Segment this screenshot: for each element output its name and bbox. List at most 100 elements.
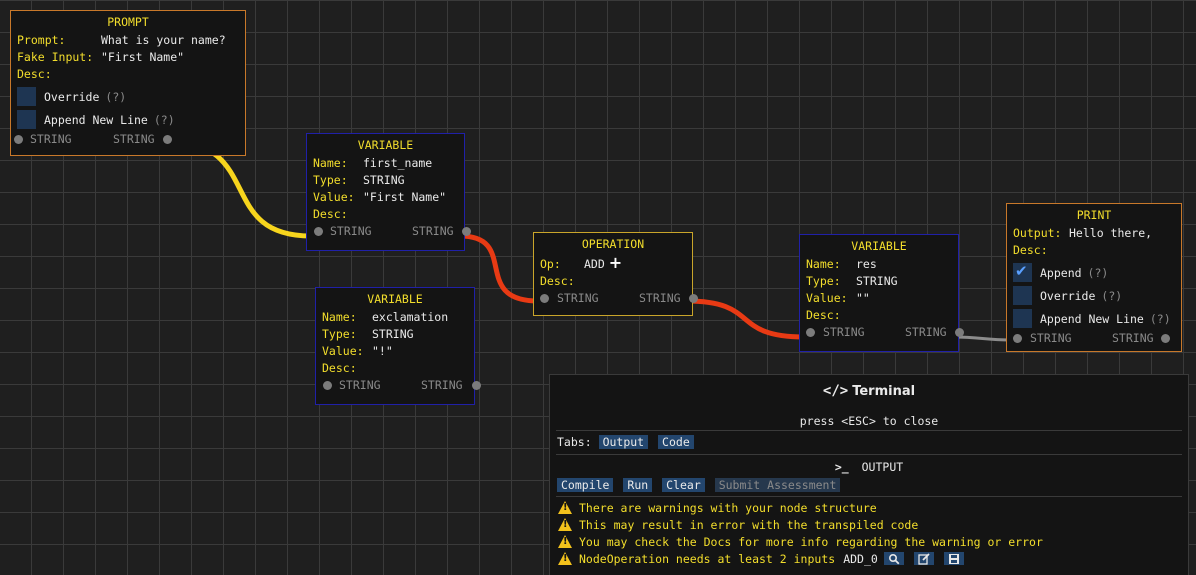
help-icon[interactable]: (?) xyxy=(154,113,175,127)
input-pin[interactable] xyxy=(1013,334,1022,343)
output-pin-label: STRING xyxy=(905,325,947,339)
op-value[interactable]: ADD xyxy=(584,257,605,271)
divider xyxy=(556,496,1182,497)
value-value[interactable]: "First Name" xyxy=(363,190,446,204)
node-title: VARIABLE xyxy=(367,292,423,306)
op-label: Op: xyxy=(540,257,561,271)
warning-icon xyxy=(558,552,572,565)
input-pin[interactable] xyxy=(806,328,815,337)
wire-res-to-print[interactable] xyxy=(952,335,1013,342)
warning-line: This may result in error with the transp… xyxy=(550,516,1188,533)
prompt-node[interactable]: PROMPT Prompt: What is your name? Fake In… xyxy=(10,10,246,156)
output-pin-label: STRING xyxy=(412,224,454,238)
name-label: Name: xyxy=(806,257,841,271)
output-value[interactable]: Hello there, xyxy=(1069,226,1152,240)
desc-label: Desc: xyxy=(806,308,841,322)
node-title: VARIABLE xyxy=(851,239,907,253)
override-checkbox[interactable] xyxy=(17,87,36,106)
warning-line: You may check the Docs for more info reg… xyxy=(550,533,1188,550)
operation-node[interactable]: OPERATION Op: ADD + Desc: STRING STRING xyxy=(533,232,698,316)
type-value[interactable]: STRING xyxy=(856,274,898,288)
append-new-line-checkbox[interactable] xyxy=(1013,309,1032,328)
edit-button[interactable] xyxy=(913,552,934,565)
name-value[interactable]: res xyxy=(856,257,877,271)
variable-node-exclamation[interactable]: VARIABLE Name: exclamation Type: STRING Va… xyxy=(315,287,481,405)
type-value[interactable]: STRING xyxy=(372,327,414,341)
output-pin[interactable] xyxy=(163,135,172,144)
terminal-panel[interactable]: </> Terminal press <ESC> to close Tabs: … xyxy=(549,374,1189,575)
print-node[interactable]: PRINT Output: Hello there, Desc: ✔ Append (… xyxy=(1006,203,1182,352)
append-new-line-checkbox[interactable] xyxy=(17,110,36,129)
variable-node-res[interactable]: VARIABLE Name: res Type: STRING Value: "" D… xyxy=(799,234,964,352)
output-pin-label: STRING xyxy=(639,291,681,305)
help-icon[interactable]: (?) xyxy=(1088,266,1109,280)
output-label: OUTPUT xyxy=(861,460,904,474)
save-button[interactable] xyxy=(943,552,964,565)
help-icon[interactable]: (?) xyxy=(1101,289,1122,303)
value-value[interactable]: "" xyxy=(856,291,870,305)
wire-operation-to-res[interactable] xyxy=(684,298,807,340)
tabs-label: Tabs: xyxy=(557,435,592,449)
warning-text: You may check the Docs for more info reg… xyxy=(579,534,1043,549)
compile-button[interactable]: Compile xyxy=(557,478,614,492)
type-label: Type: xyxy=(806,274,841,288)
tab-output[interactable]: Output xyxy=(598,435,649,449)
type-label: Type: xyxy=(313,173,348,187)
prompt-label: Prompt: xyxy=(17,33,66,47)
output-pin[interactable] xyxy=(689,294,698,303)
input-pin[interactable] xyxy=(540,294,549,303)
submit-assessment-button[interactable]: Submit Assessment xyxy=(714,478,841,492)
variable-node-first-name[interactable]: VARIABLE Name: first_name Type: STRING Val… xyxy=(306,133,471,251)
output-section-title: >_ OUTPUT xyxy=(550,456,1188,478)
output-pin[interactable] xyxy=(1161,334,1170,343)
help-icon[interactable]: (?) xyxy=(1150,312,1171,326)
output-pin[interactable] xyxy=(462,227,471,236)
input-pin-label: STRING xyxy=(339,378,381,392)
node-title: PRINT xyxy=(1076,208,1112,222)
check-icon: ✔ xyxy=(1015,262,1028,280)
desc-label: Desc: xyxy=(313,207,348,221)
value-value[interactable]: "!" xyxy=(372,344,393,358)
clear-button[interactable]: Clear xyxy=(662,478,705,492)
name-value[interactable]: exclamation xyxy=(372,310,448,324)
node-title: VARIABLE xyxy=(357,138,414,152)
fake-input-value[interactable]: "First Name" xyxy=(101,50,184,64)
name-value[interactable]: first_name xyxy=(363,156,432,170)
warning-icon xyxy=(558,518,572,531)
output-pin[interactable] xyxy=(955,328,964,337)
value-label: Value: xyxy=(806,291,848,305)
edit-icon xyxy=(918,552,930,565)
desc-label: Desc: xyxy=(17,67,52,81)
node-title: OPERATION xyxy=(581,237,645,251)
output-pin-label: STRING xyxy=(1112,331,1154,345)
terminal-title: Terminal xyxy=(852,383,916,399)
type-value[interactable]: STRING xyxy=(363,173,405,187)
divider xyxy=(556,454,1182,455)
output-pin[interactable] xyxy=(472,381,481,390)
output-label: Output: xyxy=(1013,226,1062,240)
action-buttons: Compile Run Clear Submit Assessment xyxy=(550,476,1188,494)
output-pin-label: STRING xyxy=(113,132,155,146)
append-new-line-label: Append New Line xyxy=(1040,311,1144,326)
run-button[interactable]: Run xyxy=(623,478,653,492)
input-pin[interactable] xyxy=(14,135,23,144)
override-checkbox[interactable] xyxy=(1013,286,1032,305)
warning-text: There are warnings with your node struct… xyxy=(579,500,877,515)
append-new-line-label: Append New Line xyxy=(44,112,148,127)
terminal-prompt-icon: >_ xyxy=(834,460,849,474)
search-button[interactable] xyxy=(883,552,904,565)
plus-icon: + xyxy=(608,253,623,272)
warning-text: This may result in error with the transp… xyxy=(579,517,919,532)
help-icon[interactable]: (?) xyxy=(105,90,126,104)
input-pin[interactable] xyxy=(323,381,332,390)
append-checkbox[interactable]: ✔ xyxy=(1013,262,1032,282)
override-label: Override xyxy=(44,89,100,104)
prompt-value[interactable]: What is your name? xyxy=(101,33,226,47)
desc-label: Desc: xyxy=(322,361,357,375)
tabs-bar: Tabs: Output Code xyxy=(550,431,1188,454)
name-label: Name: xyxy=(313,156,348,170)
tab-code[interactable]: Code xyxy=(658,435,694,449)
input-pin[interactable] xyxy=(314,227,323,236)
value-label: Value: xyxy=(313,190,355,204)
name-label: Name: xyxy=(322,310,357,324)
